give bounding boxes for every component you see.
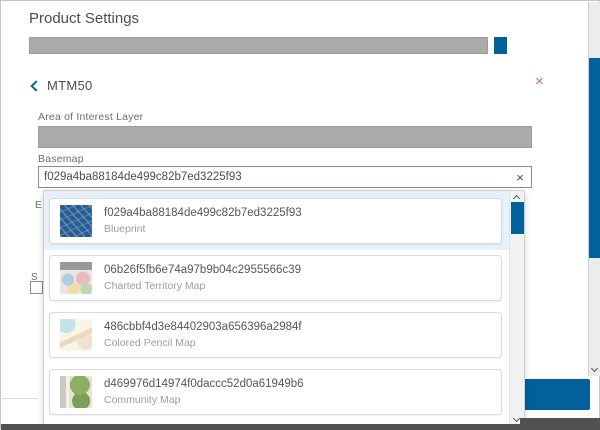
basemap-option-id: f029a4ba88184de499c82b7ed3225f93 [104,207,302,219]
aoi-layer-input[interactable] [38,126,532,148]
clear-input-icon[interactable]: × [509,170,531,185]
basemap-thumbnail-charted-territory [60,262,92,294]
page-title: Product Settings [29,10,139,27]
basemap-option-blueprint[interactable]: f029a4ba88184de499c82b7ed3225f93 Bluepri… [49,198,502,244]
window-scrollbar[interactable] [588,2,600,376]
occluded-label-fragment-e: E [35,199,42,211]
dropdown-scrollbar[interactable] [509,191,524,427]
basemap-option-name: Community Map [104,394,304,406]
chevron-left-icon [30,80,41,91]
list-item[interactable]: 06b26f5fb6e74a97b9b04c2955566c39 Charted… [44,250,509,307]
aoi-layer-label: Area of Interest Layer [38,111,143,123]
dropdown-scrollbar-thumb[interactable] [511,202,524,234]
back-button[interactable]: MTM50 [32,78,93,93]
basemap-option-id: 06b26f5fb6e74a97b9b04c2955566c39 [104,264,301,276]
basemap-dropdown-list: f029a4ba88184de499c82b7ed3225f93 Bluepri… [44,191,509,427]
basemap-label: Basemap [38,153,84,165]
basemap-field: × [38,166,532,188]
basemap-option-name: Charted Territory Map [104,280,301,292]
primary-action-button[interactable] [524,379,590,410]
basemap-thumbnail-colored-pencil [60,319,92,351]
basemap-option-id: 486cbbf4d3e84402903a656396a2984f [104,321,302,333]
scroll-down-icon[interactable] [591,365,598,372]
list-item[interactable]: f029a4ba88184de499c82b7ed3225f93 Bluepri… [44,191,509,250]
window-bottom-edge [1,424,600,430]
occluded-divider [2,398,38,399]
window-scrollbar-thumb[interactable] [589,58,600,258]
window-bottom-edge-right [520,418,600,425]
redacted-header-bar [29,37,488,54]
occluded-checkbox[interactable] [30,281,43,294]
basemap-thumbnail-community [60,376,92,408]
basemap-thumbnail-blueprint [60,205,92,237]
basemap-option-name: Blueprint [104,223,302,235]
scroll-down-icon[interactable] [513,415,520,422]
basemap-input[interactable] [39,167,509,187]
list-item[interactable]: 486cbbf4d3e84402903a656396a2984f Colored… [44,307,509,364]
list-item[interactable]: d469976d14974f0daccc52d0a61949b6 Communi… [44,364,509,421]
basemap-dropdown: f029a4ba88184de499c82b7ed3225f93 Bluepri… [43,190,525,428]
basemap-option-charted-territory[interactable]: 06b26f5fb6e74a97b9b04c2955566c39 Charted… [49,255,502,301]
close-icon[interactable]: × [535,74,544,89]
back-button-label: MTM50 [47,78,93,93]
header-accent-square [494,37,507,54]
scroll-up-icon[interactable] [513,195,520,202]
product-settings-window: Product Settings MTM50 × Area of Interes… [0,0,600,429]
basemap-option-community[interactable]: d469976d14974f0daccc52d0a61949b6 Communi… [49,369,502,415]
basemap-option-name: Colored Pencil Map [104,337,302,349]
basemap-option-id: d469976d14974f0daccc52d0a61949b6 [104,378,304,390]
basemap-option-colored-pencil[interactable]: 486cbbf4d3e84402903a656396a2984f Colored… [49,312,502,358]
